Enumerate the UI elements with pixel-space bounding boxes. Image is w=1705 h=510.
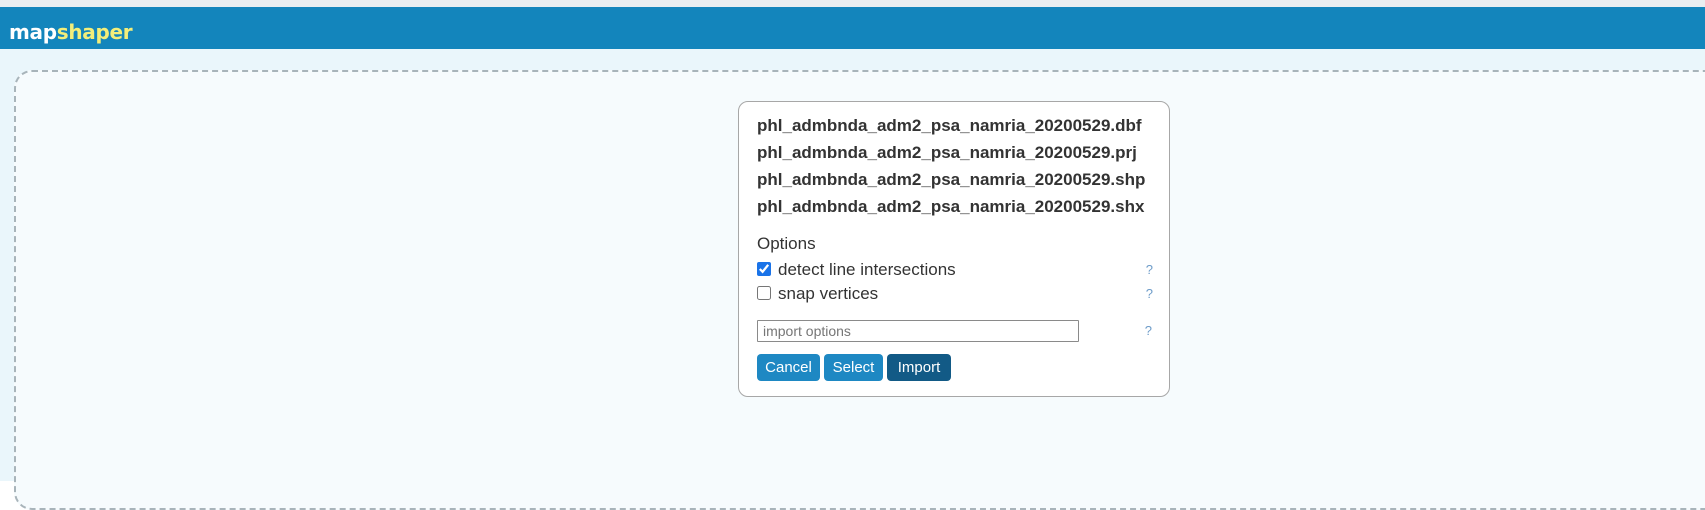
file-item: phl_admbnda_adm2_psa_namria_20200529.dbf (757, 116, 1142, 135)
logo-text-map: map (9, 20, 57, 44)
import-button[interactable]: Import (887, 354, 951, 381)
option-snap-vertices: snap vertices ? (757, 283, 1153, 305)
option-detect-line-intersections: detect line intersections ? (757, 259, 1153, 281)
import-options-input[interactable] (757, 320, 1079, 342)
top-border (0, 0, 1705, 7)
file-item: phl_admbnda_adm2_psa_namria_20200529.shp (757, 170, 1146, 189)
file-item: phl_admbnda_adm2_psa_namria_20200529.prj (757, 143, 1137, 162)
detect-line-intersections-checkbox[interactable] (757, 262, 771, 276)
select-button[interactable]: Select (824, 354, 883, 381)
detect-line-intersections-label[interactable]: detect line intersections (778, 259, 956, 281)
snap-vertices-label[interactable]: snap vertices (778, 283, 878, 305)
import-dialog: phl_admbnda_adm2_psa_namria_20200529.dbf… (738, 101, 1170, 397)
help-icon[interactable]: ? (1146, 285, 1153, 303)
help-icon[interactable]: ? (1145, 322, 1152, 340)
cancel-button[interactable]: Cancel (757, 354, 820, 381)
app-header: mapshaper (0, 7, 1705, 49)
logo-text-shaper: shaper (56, 20, 133, 44)
mapshaper-logo[interactable]: mapshaper (9, 20, 133, 44)
help-icon[interactable]: ? (1146, 261, 1153, 279)
file-list: phl_admbnda_adm2_psa_namria_20200529.dbf… (757, 112, 1145, 220)
file-item: phl_admbnda_adm2_psa_namria_20200529.shx (757, 197, 1145, 216)
options-heading: Options (757, 234, 816, 253)
snap-vertices-checkbox[interactable] (757, 286, 771, 300)
